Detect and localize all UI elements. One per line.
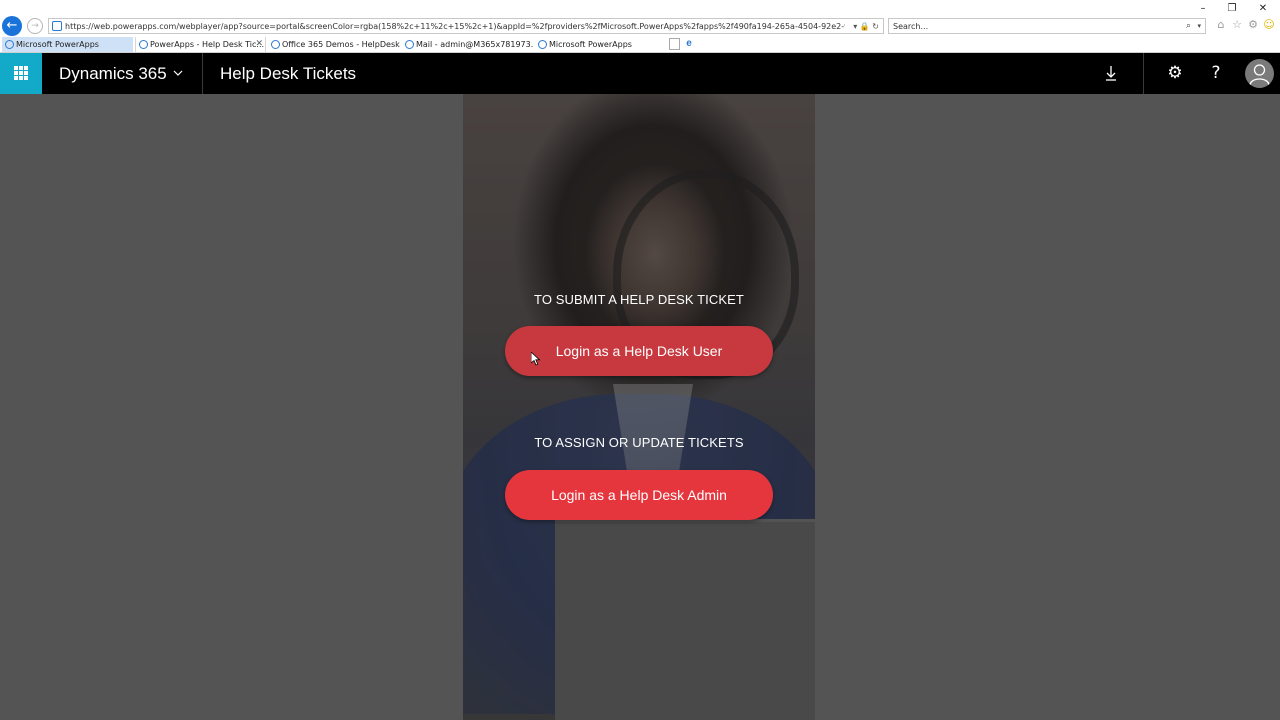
gear-icon: ⚙	[1167, 63, 1183, 83]
home-icon[interactable]: ⌂	[1214, 18, 1228, 32]
assign-tickets-label: TO ASSIGN OR UPDATE TICKETS	[534, 435, 744, 450]
window-titlebar: – ❐ ✕	[0, 0, 1280, 17]
download-icon	[1106, 66, 1116, 81]
lock-icon[interactable]: 🔒	[860, 22, 870, 31]
browser-search-box[interactable]: Search... ⌕ ▾	[888, 18, 1206, 34]
browser-tab-strip: Microsoft PowerApps PowerApps - Help Des…	[0, 37, 1280, 52]
ie-page-icon	[538, 40, 547, 49]
tab-label: Microsoft PowerApps	[549, 40, 632, 49]
ie-page-icon	[139, 40, 148, 49]
browser-tab[interactable]: Microsoft PowerApps	[2, 37, 133, 52]
tab-label: Office 365 Demos - HelpDesk -...	[282, 40, 400, 49]
tab-label: PowerApps - Help Desk Tic...	[150, 40, 265, 49]
page-title: Help Desk Tickets	[220, 64, 357, 83]
help-icon: ?	[1211, 63, 1221, 83]
mouse-cursor-icon	[531, 352, 541, 366]
download-button[interactable]	[1091, 53, 1131, 94]
close-window-button[interactable]: ✕	[1252, 2, 1274, 16]
header-divider	[202, 53, 203, 94]
browser-chrome: – ❐ ✕ ← → https://web.powerapps.com/webp…	[0, 0, 1280, 53]
restore-button[interactable]: ❐	[1221, 2, 1243, 16]
search-input[interactable]: Search...	[893, 20, 928, 33]
login-help-desk-admin-button[interactable]: Login as a Help Desk Admin	[505, 470, 773, 520]
search-icon[interactable]: ⌕	[1186, 20, 1191, 33]
app-launcher-button[interactable]	[0, 53, 42, 94]
forward-button[interactable]: →	[27, 18, 43, 34]
browser-tab[interactable]: Mail - admin@M365x781973.o...	[402, 37, 533, 52]
address-bar-controls[interactable]: ▾ 🔒 ↻	[853, 20, 879, 33]
refresh-icon[interactable]: ↻	[872, 22, 879, 31]
header-divider	[1143, 53, 1144, 94]
ie-page-icon	[405, 40, 414, 49]
login-help-desk-user-button[interactable]: Login as a Help Desk User	[505, 326, 773, 376]
address-url[interactable]: https://web.powerapps.com/webplayer/app?…	[65, 20, 845, 33]
user-avatar-button[interactable]	[1245, 59, 1274, 88]
feedback-smiley-icon[interactable]: ☺	[1262, 18, 1276, 32]
browser-tab-active[interactable]: PowerApps - Help Desk Tic... ✕	[135, 37, 266, 52]
submit-ticket-label: TO SUBMIT A HELP DESK TICKET	[534, 292, 744, 307]
favorites-star-icon[interactable]: ☆	[1230, 18, 1244, 32]
help-button[interactable]: ?	[1196, 53, 1236, 94]
ie-page-icon	[271, 40, 280, 49]
tab-label: Mail - admin@M365x781973.o...	[416, 40, 533, 49]
chevron-down-icon[interactable]	[173, 68, 183, 78]
dropdown-icon[interactable]: ▾	[853, 22, 857, 31]
site-favicon-icon	[52, 21, 62, 31]
app-launcher-icon	[14, 66, 28, 80]
settings-button[interactable]: ⚙	[1155, 53, 1195, 94]
app-canvas: TO SUBMIT A HELP DESK TICKET Login as a …	[463, 94, 815, 720]
close-tab-icon[interactable]: ✕	[255, 37, 263, 52]
app-header: Dynamics 365 Help Desk Tickets ⚙ ?	[0, 53, 1280, 94]
user-avatar-icon	[1249, 64, 1270, 86]
settings-gear-icon[interactable]: ⚙	[1246, 18, 1260, 32]
browser-tab[interactable]: Office 365 Demos - HelpDesk -...	[268, 37, 400, 52]
address-bar[interactable]: https://web.powerapps.com/webplayer/app?…	[48, 18, 884, 34]
search-dropdown-icon[interactable]: ▾	[1197, 20, 1201, 33]
browser-tab[interactable]: Microsoft PowerApps	[535, 37, 666, 52]
brand-name[interactable]: Dynamics 365	[59, 53, 167, 94]
back-button[interactable]: ←	[2, 16, 22, 36]
ie-page-icon	[5, 40, 14, 49]
background-dim-overlay	[463, 94, 815, 720]
new-tab-button[interactable]	[669, 38, 680, 50]
tab-label: Microsoft PowerApps	[16, 40, 99, 49]
minimize-button[interactable]: –	[1192, 2, 1214, 16]
ie-logo-icon[interactable]: e	[683, 38, 695, 50]
